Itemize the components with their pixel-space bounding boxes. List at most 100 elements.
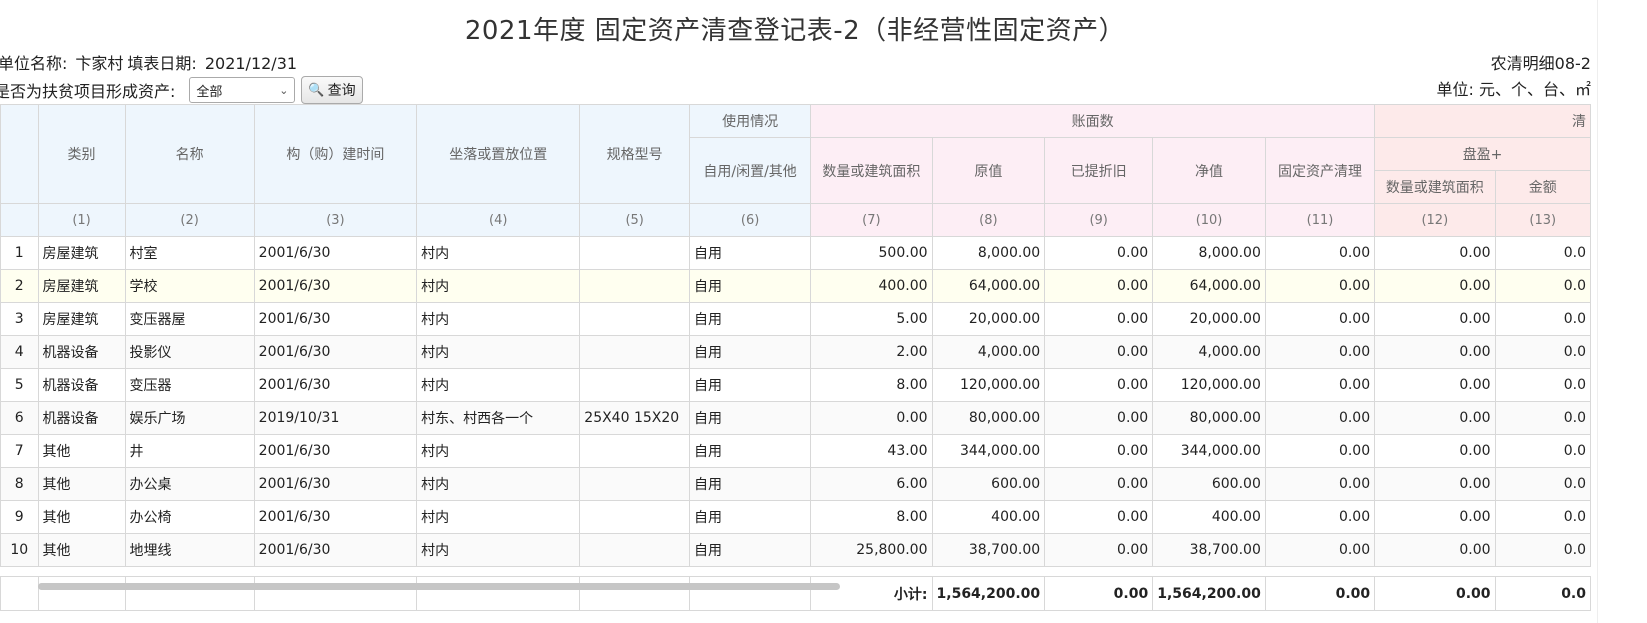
cell-build-time: 2001/6/30 [253, 236, 418, 270]
cell-surplus-qty: 0.00 [1374, 500, 1496, 534]
cell-net: 120,000.00 [1152, 368, 1266, 402]
cell-surplus-amount: 0.0 [1494, 269, 1591, 303]
unit-name: 卞家村 [75, 54, 124, 73]
cell-qty: 2.00 [810, 335, 933, 369]
form-code: 农清明细08-2 [1490, 54, 1591, 73]
header-spec: 规格型号 [579, 104, 691, 204]
cell-qty: 25,800.00 [810, 533, 933, 567]
colnum-9: (9) [1044, 203, 1154, 237]
cell-surplus-amount: 0.0 [1494, 434, 1591, 468]
cell-cleanup: 0.00 [1264, 302, 1376, 336]
poverty-select-value: 全部 [196, 84, 223, 100]
cell-name: 变压器屋 [124, 302, 255, 336]
query-button[interactable]: 🔍 查询 [301, 76, 363, 104]
table-row[interactable]: 6 机器设备 娱乐广场 2019/10/31 村东、村西各一个 25X40 15X20 自用… [0, 401, 1591, 435]
asset-table: 类别 名称 构（购）建时间 坐落或置放位置 规格型号 使用情况 账面数 清 自用… [0, 104, 1591, 611]
subtotal-blank [253, 576, 418, 611]
cell-location: 村内 [416, 335, 581, 369]
asset-table-container: 类别 名称 构（购）建时间 坐落或置放位置 规格型号 使用情况 账面数 清 自用… [0, 104, 1591, 623]
cell-spec [579, 236, 691, 270]
cell-qty: 0.00 [810, 401, 933, 435]
cell-build-time: 2001/6/30 [253, 335, 418, 369]
cell-qty: 500.00 [810, 236, 933, 270]
units-text: 单位: 元、个、台、㎡ [1436, 80, 1591, 99]
cell-spec [579, 434, 691, 468]
cell-net: 344,000.00 [1152, 434, 1266, 468]
cell-surplus-amount: 0.0 [1494, 236, 1591, 270]
cell-depreciation: 0.00 [1044, 302, 1154, 336]
table-row[interactable]: 7 其他井 2001/6/30 村内 自用 43.00 344,000.00 0.00 344,… [0, 434, 1591, 468]
cell-build-time: 2001/6/30 [253, 467, 418, 501]
cell-build-time: 2001/6/30 [253, 302, 418, 336]
cell-usage: 自用 [689, 467, 812, 501]
table-row[interactable]: 2 房屋建筑 学校 2001/6/30 村内 自用 400.00 64,000.00 0.00 6… [0, 269, 1591, 303]
cell-usage: 自用 [689, 500, 812, 534]
cell-qty: 8.00 [810, 500, 933, 534]
header-original: 原值 [931, 137, 1046, 204]
cell-usage: 自用 [689, 533, 812, 567]
vertical-scroll-area [1597, 0, 1647, 623]
cell-location: 村内 [416, 269, 581, 303]
cell-surplus-qty: 0.00 [1374, 269, 1496, 303]
cell-usage: 自用 [689, 434, 812, 468]
header-check-group: 清 [1374, 104, 1591, 138]
unit-label: 单位名称: [0, 54, 68, 73]
cell-cleanup: 0.00 [1264, 500, 1376, 534]
cell-spec: 25X40 15X20 [579, 401, 691, 435]
cell-location: 村内 [416, 302, 581, 336]
cell-net: 20,000.00 [1152, 302, 1266, 336]
cell-cleanup: 0.00 [1264, 467, 1376, 501]
table-row[interactable]: 3 房屋建筑 变压器屋 2001/6/30 村内 自用 5.00 20,000.00 0.00 2… [0, 302, 1591, 336]
header-surplus-amount: 金额 [1494, 170, 1591, 204]
table-row[interactable]: 9 其他 办公椅 2001/6/30 村内 自用 8.00 400.00 0.00 400.00 0… [0, 500, 1591, 534]
cell-name: 地埋线 [124, 533, 255, 567]
row-index: 8 [0, 467, 39, 501]
colnum-4: (4) [416, 203, 581, 237]
query-button-label: 查询 [327, 83, 356, 99]
poverty-label: 是否为扶贫项目形成资产: [0, 82, 176, 101]
horizontal-scrollbar[interactable] [38, 583, 840, 590]
cell-usage: 自用 [689, 368, 812, 402]
table-row[interactable]: 5 机器设备 变压器 2001/6/30 村内 自用 8.00 120,000.00 0.00 1… [0, 368, 1591, 402]
cell-usage: 自用 [689, 236, 812, 270]
cell-qty: 6.00 [810, 467, 933, 501]
subtotal-original: 1,564,200.00 [931, 576, 1046, 611]
cell-original: 400.00 [931, 500, 1046, 534]
cell-qty: 400.00 [810, 269, 933, 303]
cell-depreciation: 0.00 [1044, 434, 1154, 468]
cell-qty: 8.00 [810, 368, 933, 402]
row-index: 10 [0, 533, 39, 567]
header-cleanup: 固定资产清理 [1264, 137, 1376, 204]
chevron-down-icon: ⌄ [279, 83, 289, 97]
cell-depreciation: 0.00 [1044, 533, 1154, 567]
search-icon: 🔍 [308, 82, 325, 98]
cell-name: 办公桌 [124, 467, 255, 501]
cell-net: 600.00 [1152, 467, 1266, 501]
cell-original: 20,000.00 [931, 302, 1046, 336]
cell-name: 办公椅 [124, 500, 255, 534]
table-row[interactable]: 4 机器设备 投影仪 2001/6/30 村内 自用 2.00 4,000.00 0.00 4,0… [0, 335, 1591, 369]
cell-original: 4,000.00 [931, 335, 1046, 369]
header-depreciation: 已提折旧 [1044, 137, 1154, 204]
subtotal-net: 1,564,200.00 [1152, 576, 1266, 611]
cell-usage: 自用 [689, 269, 812, 303]
cell-surplus-amount: 0.0 [1494, 368, 1591, 402]
filter-bar: 是否为扶贫项目形成资产: 全部 ⌄ 🔍 查询 [0, 76, 363, 104]
table-row[interactable]: 1 房屋建筑 村室 2001/6/30 村内 自用 500.00 8,000.00 0.00 8,… [0, 236, 1591, 270]
row-index: 4 [0, 335, 39, 369]
cell-category: 其他 [37, 467, 126, 501]
cell-net: 64,000.00 [1152, 269, 1266, 303]
table-row[interactable]: 8 其他 办公桌 2001/6/30 村内 自用 6.00 600.00 0.00 600.00 0… [0, 467, 1591, 501]
cell-spec [579, 302, 691, 336]
table-row[interactable]: 10 其他 地埋线 2001/6/30 村内 自用 25,800.00 38,700.00 0.… [0, 533, 1591, 567]
cell-location: 村内 [416, 236, 581, 270]
poverty-select[interactable]: 全部 ⌄ [189, 77, 296, 103]
cell-category: 房屋建筑 [37, 302, 126, 336]
table-body: 1 房屋建筑 村室 2001/6/30 村内 自用 500.00 8,000.00 0.00 8,… [0, 236, 1591, 567]
cell-depreciation: 0.00 [1044, 500, 1154, 534]
cell-depreciation: 0.00 [1044, 335, 1154, 369]
row-index: 2 [0, 269, 39, 303]
cell-qty: 43.00 [810, 434, 933, 468]
header-net: 净值 [1152, 137, 1266, 204]
cell-category: 其他 [37, 500, 126, 534]
